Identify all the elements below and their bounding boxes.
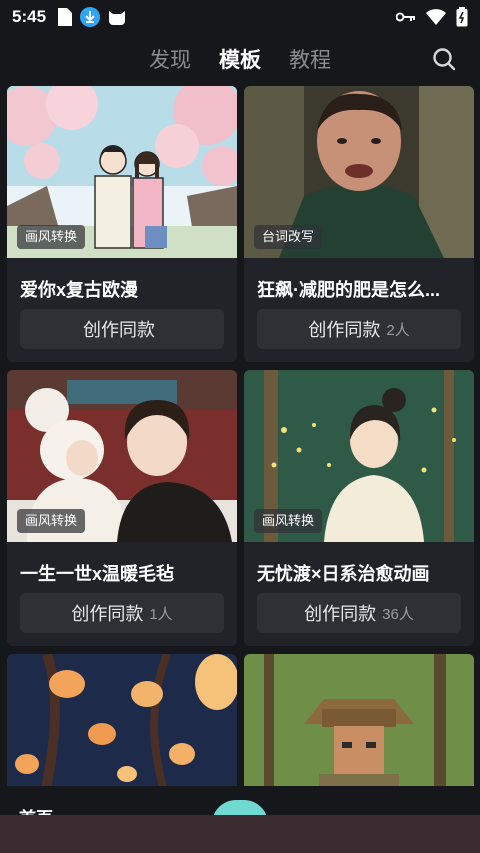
- key-icon: [396, 12, 415, 22]
- category-badge: 台词改写: [254, 225, 323, 249]
- status-bar: 5:45: [0, 0, 480, 34]
- template-card[interactable]: 画风转换 一生一世x温暖毛毡 创作同款 1人: [7, 370, 237, 646]
- status-left-icons: [58, 7, 126, 27]
- search-icon[interactable]: [432, 47, 456, 71]
- template-card[interactable]: 台词改写 狂飙·减肥的肥是怎么... 创作同款 2人: [244, 86, 474, 362]
- status-right-icons: [396, 7, 468, 27]
- tab-tutorials[interactable]: 教程: [289, 44, 331, 74]
- card-title: 狂飙·减肥的肥是怎么...: [257, 280, 440, 300]
- category-badge: 画风转换: [17, 225, 86, 249]
- status-time: 5:45: [12, 7, 47, 26]
- create-count: 2人: [386, 321, 410, 339]
- create-same-button[interactable]: 创作同款 36人: [257, 593, 461, 633]
- create-button-label: 创作同款: [71, 604, 144, 624]
- card-thumbnail: [7, 654, 237, 794]
- sim-card-icon: [58, 8, 73, 26]
- template-card[interactable]: 画风转换 无忧渡×日系治愈动画 创作同款 36人: [244, 370, 474, 646]
- download-icon: [80, 7, 101, 27]
- create-same-button[interactable]: 创作同款 2人: [257, 309, 461, 349]
- card-title: 无忧渡×日系治愈动画: [257, 564, 430, 584]
- create-same-button[interactable]: 创作同款: [20, 309, 224, 349]
- tab-templates[interactable]: 模板: [219, 44, 261, 74]
- create-count: 36人: [382, 605, 414, 623]
- top-tabs: 发现 模板 教程: [0, 38, 480, 78]
- create-button-label: 创作同款: [308, 320, 381, 340]
- card-title: 爱你x复古欧漫: [20, 280, 139, 300]
- cat-icon: [109, 11, 126, 25]
- create-count: 1人: [149, 605, 173, 623]
- card-thumbnail: [244, 654, 474, 794]
- create-button-label: 创作同款: [83, 320, 155, 340]
- wifi-icon: [426, 9, 446, 25]
- template-card[interactable]: 画风转换 爱你x复古欧漫 创作同款: [7, 86, 237, 362]
- tab-discover[interactable]: 发现: [149, 44, 191, 74]
- category-badge: 画风转换: [17, 509, 86, 533]
- card-title: 一生一世x温暖毛毡: [20, 564, 175, 584]
- category-badge: 画风转换: [254, 509, 323, 533]
- battery-icon: [456, 7, 468, 27]
- create-same-button[interactable]: 创作同款 1人: [20, 593, 224, 633]
- create-button-label: 创作同款: [304, 604, 377, 624]
- template-card[interactable]: [244, 654, 474, 794]
- template-card[interactable]: [7, 654, 237, 794]
- gesture-bar-area: [0, 815, 480, 853]
